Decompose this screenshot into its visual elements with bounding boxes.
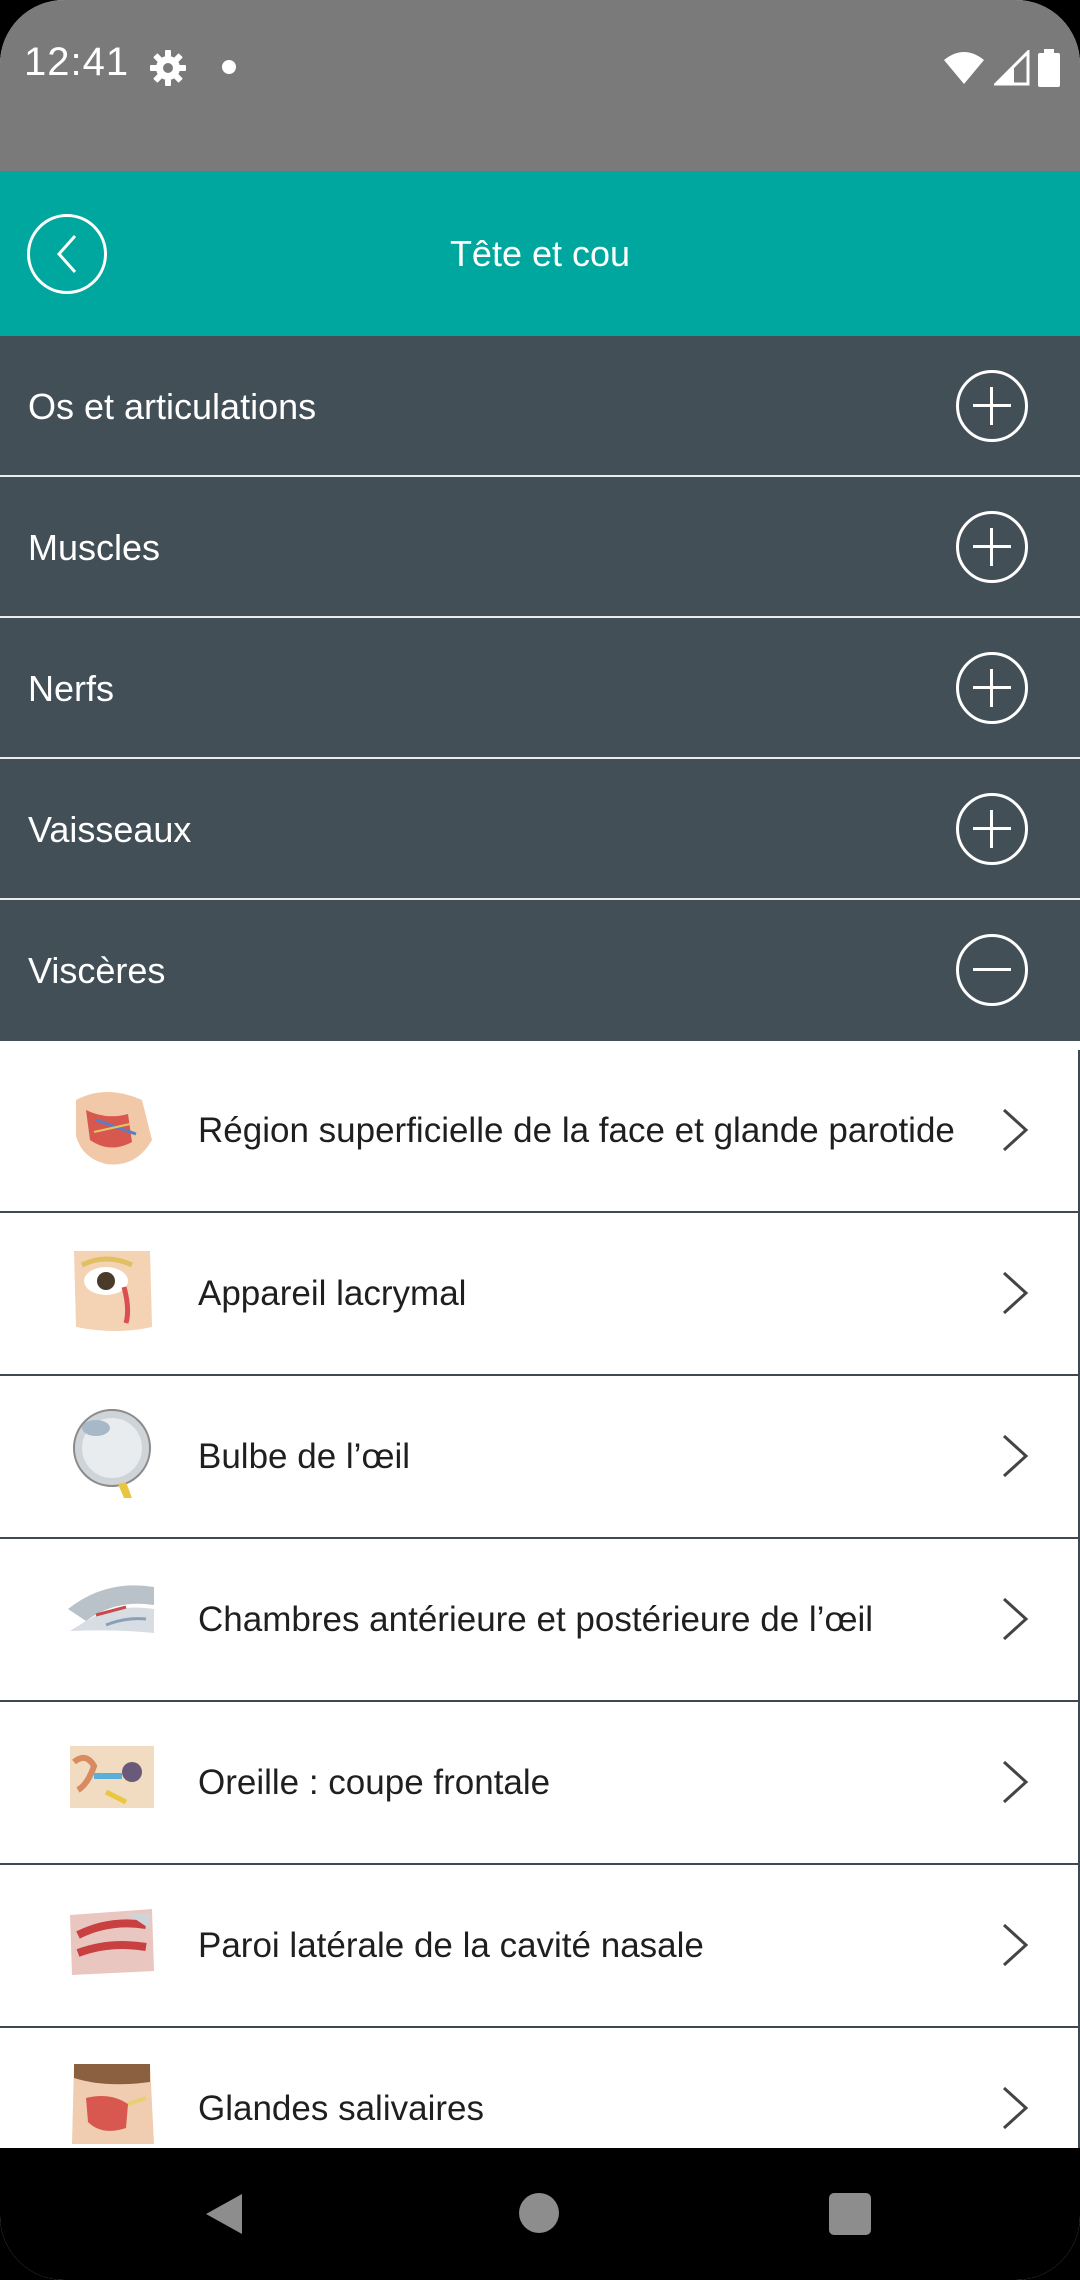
lacrimal-apparatus-illustration — [74, 1251, 152, 1331]
viscera-item-list: Région superficielle de la face et gland… — [0, 1050, 1080, 2191]
salivary-glands-illustration — [72, 2064, 154, 2144]
item-label: Oreille : coupe frontale — [198, 1762, 551, 1802]
list-item[interactable]: Région superficielle de la face et gland… — [0, 1050, 1078, 1213]
recents-square-icon[interactable] — [829, 2193, 871, 2235]
nasal-cavity-illustration — [70, 1909, 154, 1975]
expand-plus-icon[interactable] — [956, 793, 1028, 865]
expand-plus-icon[interactable] — [956, 511, 1028, 583]
gear-icon — [148, 48, 188, 88]
category-label: Nerfs — [28, 667, 115, 709]
status-bar: 12:41 — [0, 0, 1080, 171]
chevron-left-icon — [56, 235, 77, 273]
status-icons — [942, 48, 1060, 88]
chevron-right-icon — [1002, 1597, 1029, 1641]
list-item[interactable]: Appareil lacrymal — [0, 1213, 1078, 1376]
page-title: Tête et cou — [449, 232, 631, 274]
battery-icon — [1038, 49, 1060, 87]
back-triangle-icon[interactable] — [204, 2192, 244, 2236]
category-os-et-articulations[interactable]: Os et articulations — [0, 336, 1080, 477]
chevron-right-icon — [1002, 1760, 1029, 1804]
item-label: Bulbe de l’œil — [198, 1436, 411, 1476]
category-muscles[interactable]: Muscles — [0, 477, 1080, 618]
category-vaisseaux[interactable]: Vaisseaux — [0, 759, 1080, 900]
category-label: Viscères — [28, 949, 166, 991]
notification-dot-icon — [222, 60, 236, 74]
category-list: Os et articulations Muscles Nerfs Vaisse… — [0, 336, 1080, 1041]
collapse-minus-icon[interactable] — [956, 934, 1028, 1006]
chevron-right-icon — [1002, 1108, 1029, 1152]
app-header: Tête et cou — [0, 171, 1080, 336]
wifi-icon — [944, 52, 984, 84]
screen: 12:41 Tête et cou Os et articulations Mu… — [0, 0, 1080, 2280]
expand-plus-icon[interactable] — [956, 370, 1028, 442]
category-label: Vaisseaux — [28, 808, 192, 850]
chevron-right-icon — [1002, 1271, 1029, 1315]
category-label: Muscles — [28, 526, 161, 568]
face-parotid-illustration — [76, 1092, 152, 1165]
item-label: Région superficielle de la face et gland… — [198, 1110, 955, 1150]
system-nav-bar — [0, 2148, 1080, 2280]
home-circle-icon[interactable] — [519, 2193, 559, 2233]
ear-section-illustration — [70, 1746, 154, 1808]
eye-chambers-illustration — [68, 1585, 154, 1633]
back-button[interactable] — [27, 214, 107, 294]
item-label: Chambres antérieure et postérieure de l’… — [198, 1599, 874, 1639]
chevron-right-icon — [1002, 2086, 1029, 2130]
category-nerfs[interactable]: Nerfs — [0, 618, 1080, 759]
cell-signal-icon — [994, 50, 1030, 86]
category-visceres[interactable]: Viscères — [0, 900, 1080, 1041]
expand-plus-icon[interactable] — [956, 652, 1028, 724]
list-item[interactable]: Chambres antérieure et postérieure de l’… — [0, 1539, 1078, 1702]
item-label: Appareil lacrymal — [198, 1273, 467, 1313]
list-item[interactable]: Paroi latérale de la cavité nasale — [0, 1865, 1078, 2028]
chevron-right-icon — [1002, 1434, 1029, 1478]
item-label: Paroi latérale de la cavité nasale — [198, 1925, 704, 1965]
list-item[interactable]: Oreille : coupe frontale — [0, 1702, 1078, 1865]
list-item[interactable]: Bulbe de l’œil — [0, 1376, 1078, 1539]
status-time: 12:41 — [24, 40, 130, 84]
category-label: Os et articulations — [28, 385, 317, 427]
eyeball-illustration — [73, 1409, 151, 1498]
chevron-right-icon — [1002, 1923, 1029, 1967]
